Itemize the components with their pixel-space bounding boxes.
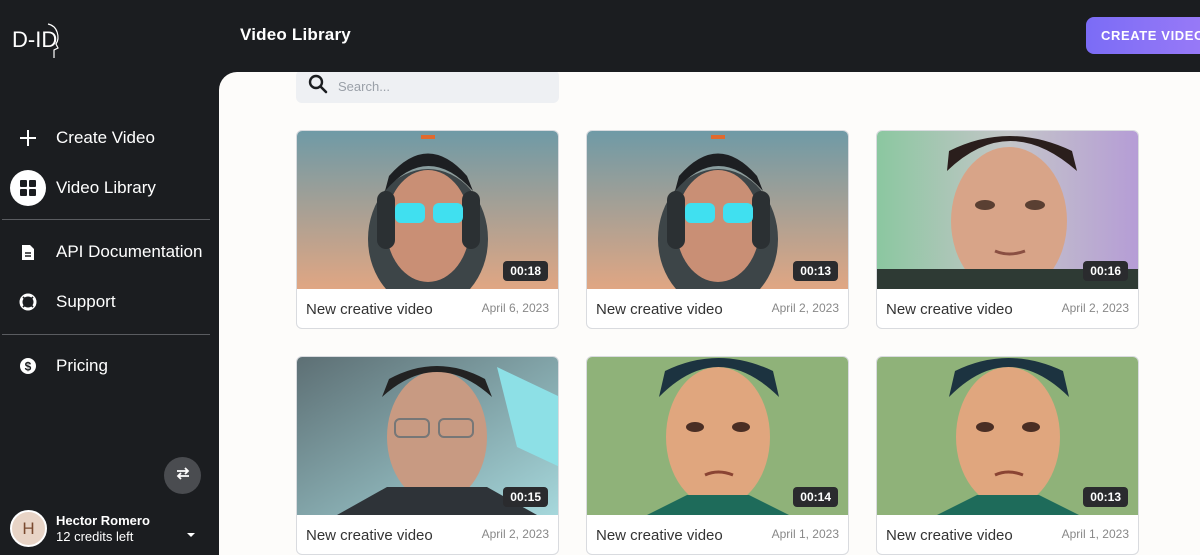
video-date: April 2, 2023: [771, 301, 839, 315]
sidebar-item-create-video[interactable]: Create Video: [10, 119, 155, 157]
video-title: New creative video: [306, 527, 433, 544]
video-date: April 6, 2023: [481, 301, 549, 315]
video-date: April 2, 2023: [481, 527, 549, 541]
duration-badge: 00:18: [503, 261, 548, 281]
sidebar-item-pricing[interactable]: $ Pricing: [10, 347, 108, 385]
user-name: Hector Romero: [56, 513, 150, 528]
sidebar-item-label: Create Video: [56, 128, 155, 147]
duration-badge: 00:13: [1083, 487, 1128, 507]
sidebar-item-label: Support: [56, 292, 116, 311]
page-title: Video Library: [240, 25, 351, 44]
video-title: New creative video: [596, 527, 723, 544]
lifebuoy-icon: [10, 284, 46, 320]
grid-icon: [10, 170, 46, 206]
video-card[interactable]: 00:15 New creative video April 2, 2023: [296, 356, 559, 555]
sidebar-item-video-library[interactable]: Video Library: [10, 169, 156, 207]
top-bar: D-ID Video Library CREATE VIDEO: [0, 0, 1200, 72]
video-title: New creative video: [886, 301, 1013, 318]
video-card[interactable]: 00:18 New creative video April 6, 2023: [296, 130, 559, 329]
search-bar: [296, 72, 559, 103]
duration-badge: 00:16: [1083, 261, 1128, 281]
video-card[interactable]: 00:13 New creative video April 2, 2023: [586, 130, 849, 329]
sidebar: Create Video Video Library API Documenta…: [0, 72, 219, 555]
sidebar-item-label: API Documentation: [56, 242, 203, 261]
chevron-down-icon[interactable]: [186, 525, 196, 543]
switch-account-button[interactable]: [164, 457, 201, 494]
sidebar-item-support[interactable]: Support: [10, 283, 116, 321]
swap-arrows-icon: [175, 466, 191, 485]
create-video-button[interactable]: CREATE VIDEO: [1086, 17, 1200, 54]
sidebar-divider: [2, 334, 210, 335]
svg-text:$: $: [25, 360, 32, 374]
dollar-icon: $: [10, 348, 46, 384]
search-icon: [308, 74, 328, 99]
plus-icon: [10, 120, 46, 156]
video-title: New creative video: [306, 301, 433, 318]
user-profile[interactable]: H Hector Romero 12 credits left: [10, 510, 150, 547]
main-content: 00:18 New creative video April 6, 2023 0…: [219, 72, 1200, 555]
document-icon: [10, 234, 46, 270]
duration-badge: 00:15: [503, 487, 548, 507]
duration-badge: 00:13: [793, 261, 838, 281]
search-input[interactable]: [338, 79, 538, 94]
user-credits: 12 credits left: [56, 529, 134, 544]
video-title: New creative video: [886, 527, 1013, 544]
sidebar-divider: [2, 219, 210, 220]
avatar: H: [10, 510, 47, 547]
svg-text:D-ID: D-ID: [12, 27, 57, 52]
video-title: New creative video: [596, 301, 723, 318]
video-date: April 1, 2023: [771, 527, 839, 541]
sidebar-item-label: Pricing: [56, 356, 108, 375]
video-date: April 2, 2023: [1061, 301, 1129, 315]
video-card[interactable]: 00:14 New creative video April 1, 2023: [586, 356, 849, 555]
sidebar-item-api-documentation[interactable]: API Documentation: [10, 233, 202, 271]
video-card[interactable]: 00:13 New creative video April 1, 2023: [876, 356, 1139, 555]
sidebar-item-label: Video Library: [56, 178, 156, 197]
video-card[interactable]: 00:16 New creative video April 2, 2023: [876, 130, 1139, 329]
duration-badge: 00:14: [793, 487, 838, 507]
video-date: April 1, 2023: [1061, 527, 1129, 541]
d-id-logo[interactable]: D-ID: [10, 20, 60, 60]
